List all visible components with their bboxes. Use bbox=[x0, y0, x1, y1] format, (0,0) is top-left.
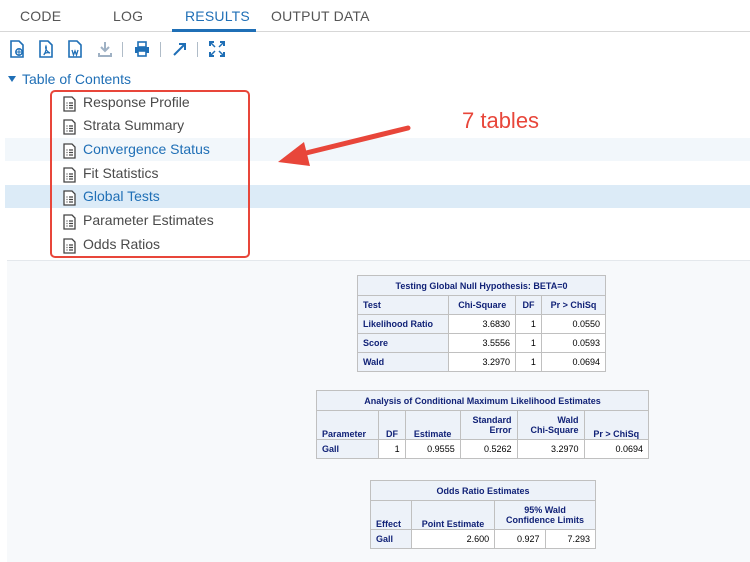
header-line: Error bbox=[489, 425, 512, 435]
table-title: Analysis of Conditional Maximum Likeliho… bbox=[316, 390, 649, 411]
global-tests-table: Testing Global Null Hypothesis: BETA=0 T… bbox=[356, 275, 607, 372]
table-cell: 3.2970 bbox=[448, 352, 516, 372]
print-icon[interactable] bbox=[133, 40, 151, 58]
pdf-doc-icon[interactable] bbox=[37, 40, 55, 58]
header-line: Confidence Limits bbox=[506, 515, 585, 525]
column-header: DF bbox=[514, 295, 542, 315]
table-cell: 7.293 bbox=[544, 529, 597, 549]
column-header: Chi-Square bbox=[448, 295, 516, 315]
row-header: Score bbox=[356, 333, 450, 353]
table-cell: 3.6830 bbox=[448, 314, 516, 334]
table-cell: 0.0694 bbox=[583, 439, 650, 459]
table-row: Wald 3.2970 1 0.0694 bbox=[356, 352, 607, 372]
tab-bar: CODE LOG RESULTS OUTPUT DATA bbox=[0, 0, 750, 32]
row-header: Gall bbox=[315, 439, 380, 459]
column-header: Standard Error bbox=[459, 410, 518, 440]
column-header: Pr > ChiSq bbox=[540, 295, 607, 315]
table-row: Gall 1 0.9555 0.5262 3.2970 0.0694 bbox=[315, 439, 650, 459]
column-header: Test bbox=[356, 295, 450, 315]
html-doc-icon[interactable] bbox=[8, 40, 26, 58]
tab-code[interactable]: CODE bbox=[20, 8, 61, 24]
table-cell: 0.5262 bbox=[459, 439, 518, 459]
tab-results[interactable]: RESULTS bbox=[185, 8, 250, 24]
annotation-arrow-icon bbox=[278, 125, 411, 166]
table-cell: 3.5556 bbox=[448, 333, 516, 353]
table-cell: 1 bbox=[378, 439, 406, 459]
table-row: Score 3.5556 1 0.0593 bbox=[356, 333, 607, 353]
row-header: Gall bbox=[370, 529, 412, 549]
toolbar-separator bbox=[160, 42, 161, 57]
table-title: Testing Global Null Hypothesis: BETA=0 bbox=[357, 275, 606, 296]
results-toolbar bbox=[0, 36, 750, 64]
toc-toggle[interactable]: Table of Contents bbox=[8, 71, 131, 87]
word-doc-icon[interactable] bbox=[66, 40, 84, 58]
tab-output-data[interactable]: OUTPUT DATA bbox=[271, 8, 370, 24]
header-line: Standard bbox=[472, 415, 512, 425]
table-cell: 0.9555 bbox=[404, 439, 461, 459]
download-icon[interactable] bbox=[96, 40, 114, 58]
toc-header-label: Table of Contents bbox=[22, 71, 131, 87]
header-line: 95% Wald bbox=[524, 505, 566, 515]
table-cell: 0.927 bbox=[494, 529, 546, 549]
row-header: Likelihood Ratio bbox=[356, 314, 450, 334]
header-line: Chi-Square bbox=[530, 425, 579, 435]
tab-log[interactable]: LOG bbox=[113, 8, 143, 24]
header-line: Wald bbox=[557, 415, 579, 425]
column-header: Estimate bbox=[404, 410, 461, 440]
table-row: Gall 2.600 0.927 7.293 bbox=[370, 529, 597, 549]
table-cell: 0.0593 bbox=[540, 333, 607, 353]
table-cell: 1 bbox=[514, 352, 542, 372]
column-header: Wald Chi-Square bbox=[516, 410, 585, 440]
parameter-estimates-table: Analysis of Conditional Maximum Likeliho… bbox=[315, 390, 650, 459]
table-cell: 2.600 bbox=[410, 529, 496, 549]
table-title: Odds Ratio Estimates bbox=[370, 480, 596, 501]
column-header: 95% Wald Confidence Limits bbox=[494, 500, 596, 530]
table-cell: 1 bbox=[514, 314, 542, 334]
expand-arrow-icon[interactable] bbox=[171, 40, 189, 58]
table-cell: 0.0550 bbox=[540, 314, 607, 334]
fullscreen-icon[interactable] bbox=[208, 40, 226, 58]
column-header: Pr > ChiSq bbox=[583, 410, 650, 440]
table-cell: 0.0694 bbox=[540, 352, 607, 372]
row-header: Wald bbox=[356, 352, 450, 372]
odds-ratio-table: Odds Ratio Estimates Effect Point Estima… bbox=[370, 480, 597, 549]
table-cell: 3.2970 bbox=[516, 439, 585, 459]
annotation-label: 7 tables bbox=[462, 108, 540, 133]
column-header: Parameter bbox=[315, 410, 380, 440]
column-header: DF bbox=[378, 410, 406, 440]
active-tab-indicator bbox=[172, 29, 256, 32]
toolbar-separator bbox=[122, 42, 123, 57]
column-header: Effect bbox=[370, 500, 412, 530]
table-row: Likelihood Ratio 3.6830 1 0.0550 bbox=[356, 314, 607, 334]
toolbar-separator bbox=[197, 42, 198, 57]
table-cell: 1 bbox=[514, 333, 542, 353]
caret-down-icon bbox=[8, 76, 16, 82]
annotation-highlight-box bbox=[50, 90, 250, 258]
column-header: Point Estimate bbox=[410, 500, 496, 530]
